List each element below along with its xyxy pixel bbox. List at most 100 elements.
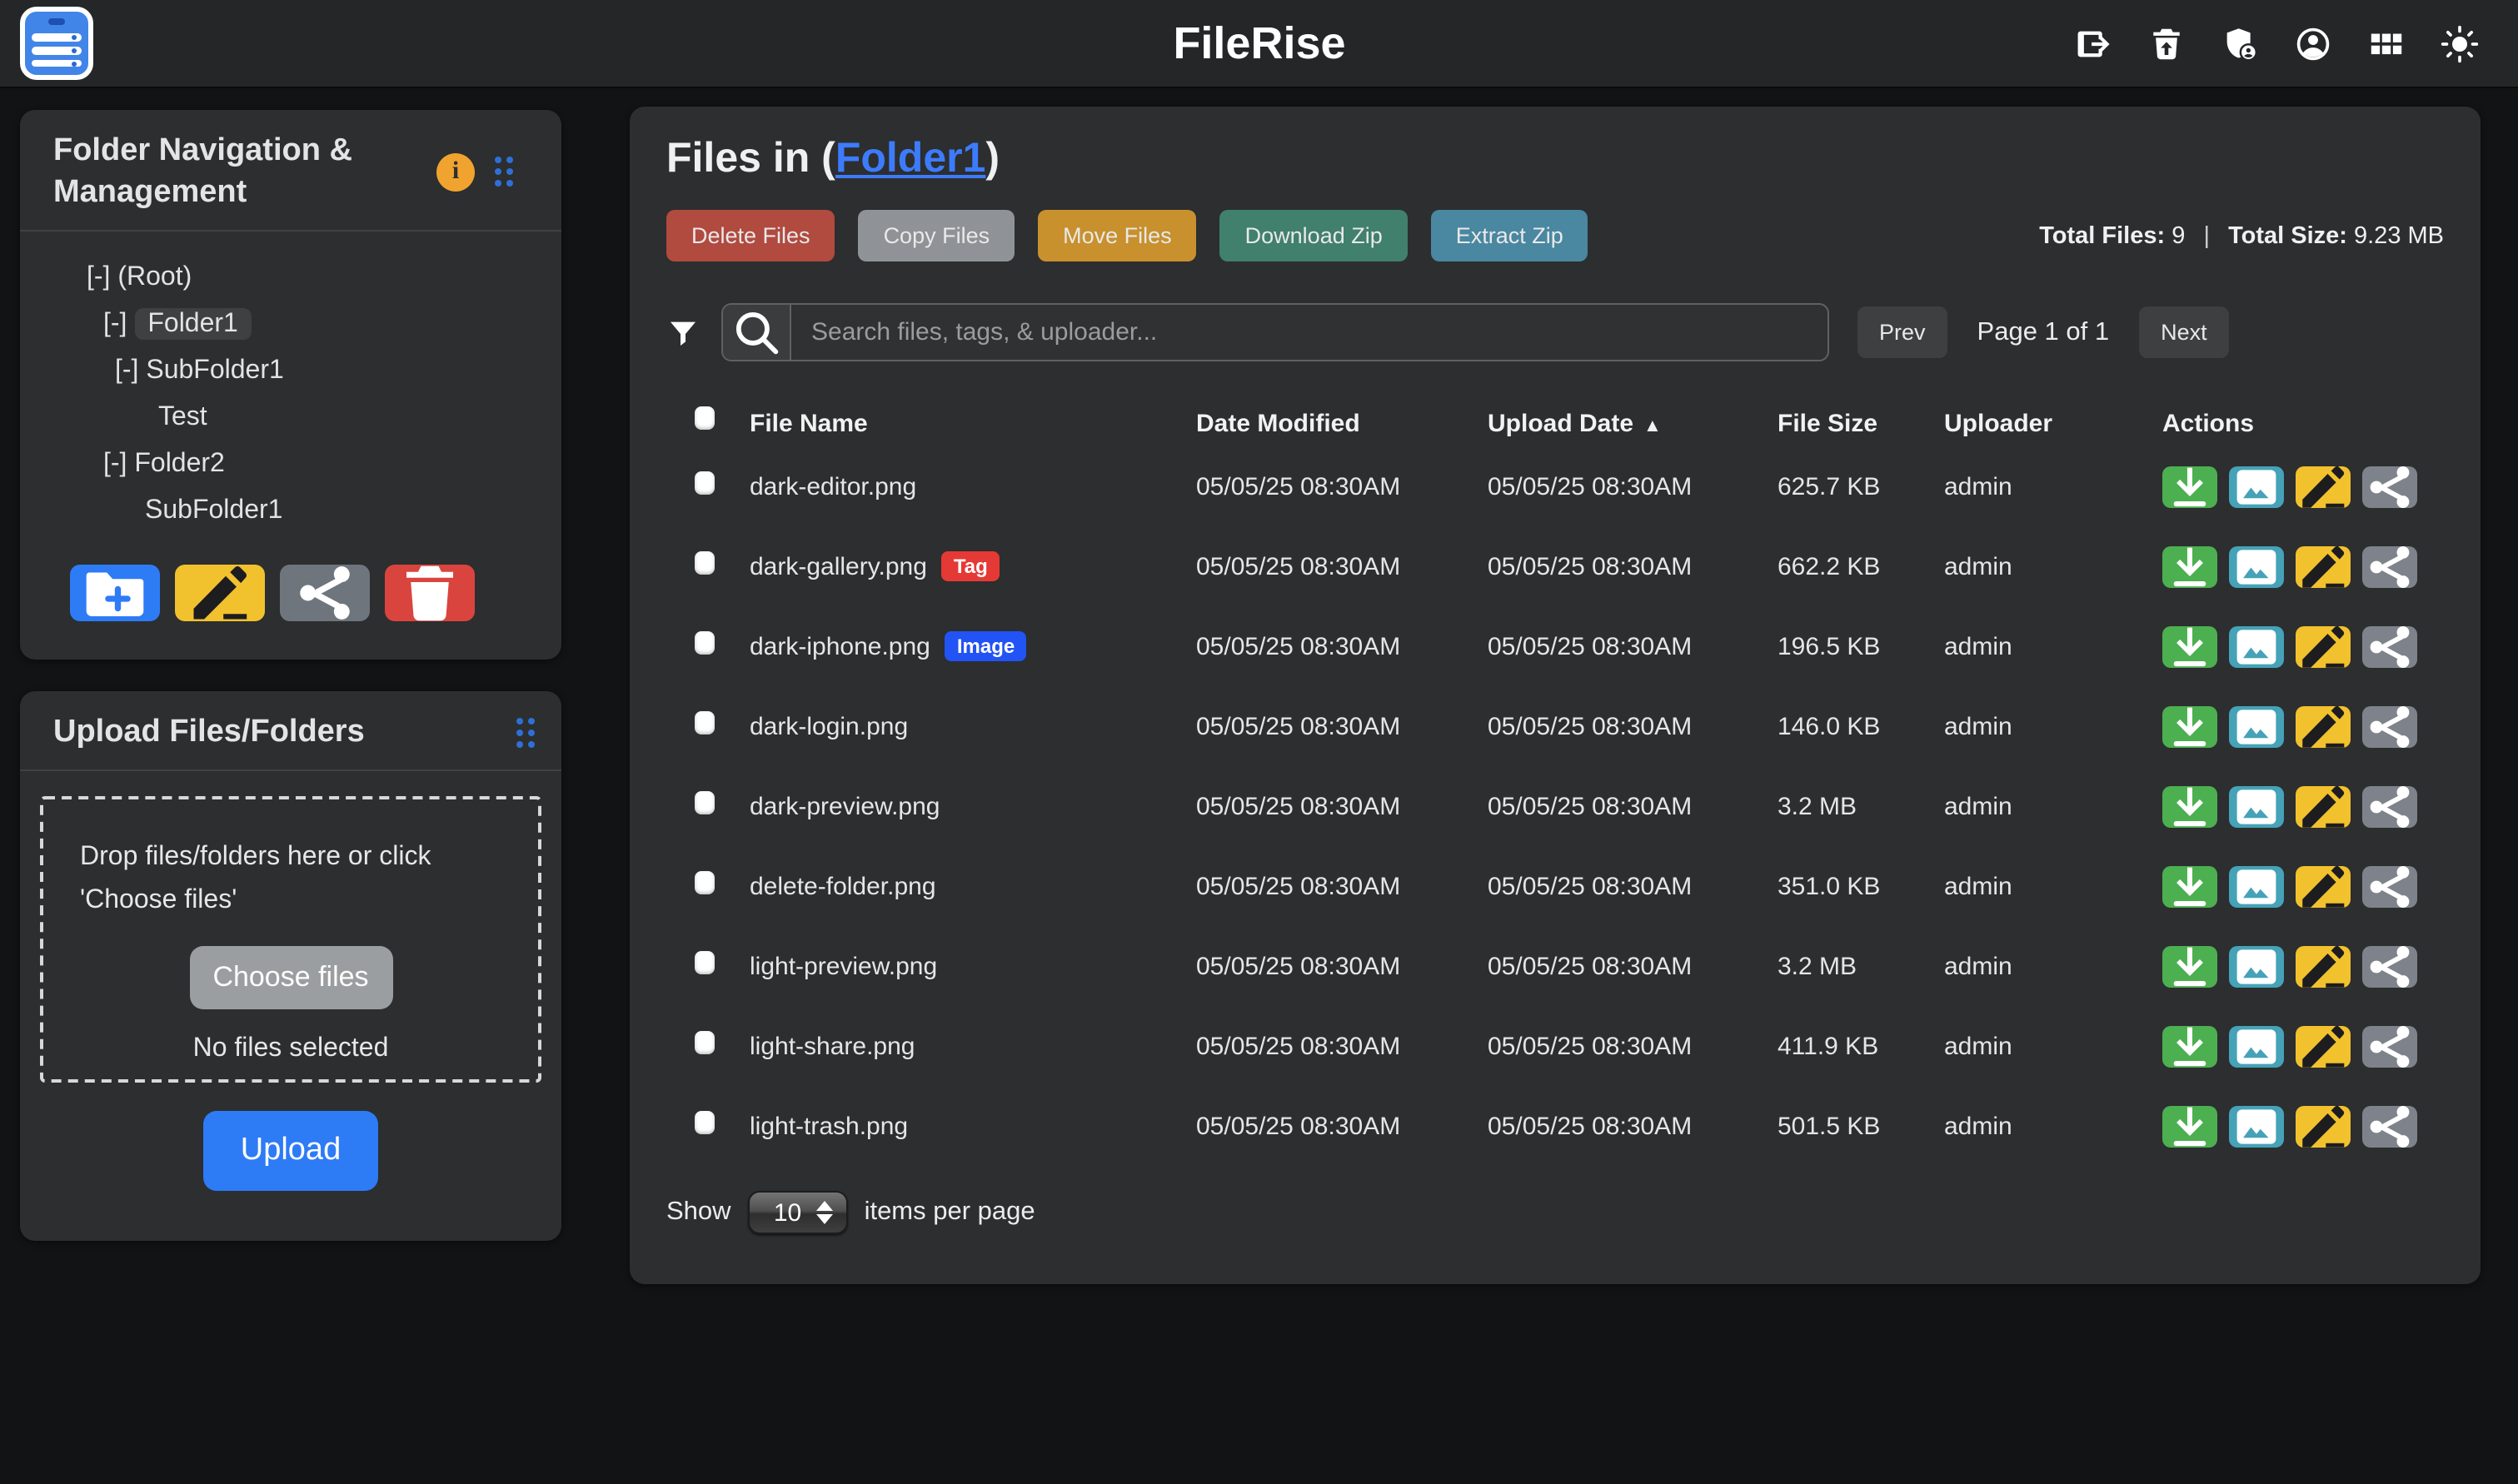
share-file-button[interactable] (2362, 1105, 2417, 1147)
logout-icon[interactable] (2074, 24, 2112, 62)
table-row: dark-preview.png05/05/25 08:30AM05/05/25… (666, 766, 2444, 846)
extract-zip-button[interactable]: Extract Zip (1431, 210, 1588, 261)
download-zip-button[interactable]: Download Zip (1220, 210, 1408, 261)
row-checkbox[interactable] (695, 1031, 715, 1054)
delete-folder-button[interactable] (385, 565, 475, 621)
preview-image-button[interactable] (2229, 545, 2284, 587)
preview-image-button[interactable] (2229, 625, 2284, 667)
current-folder-link[interactable]: Folder1 (835, 135, 986, 182)
row-checkbox[interactable] (695, 631, 715, 655)
edit-file-button[interactable] (2296, 1105, 2351, 1147)
edit-file-button[interactable] (2296, 865, 2351, 907)
prev-page-button[interactable]: Prev (1857, 306, 1947, 358)
download-file-button[interactable] (2162, 545, 2217, 587)
row-checkbox[interactable] (695, 791, 715, 814)
drag-handle-icon[interactable] (495, 157, 513, 187)
preview-image-button[interactable] (2229, 705, 2284, 747)
column-header-upload-date[interactable]: Upload Date▲ (1488, 409, 1778, 437)
share-file-button[interactable] (2362, 945, 2417, 987)
row-checkbox[interactable] (695, 1111, 715, 1134)
download-file-button[interactable] (2162, 785, 2217, 827)
row-checkbox[interactable] (695, 471, 715, 495)
download-file-button[interactable] (2162, 625, 2217, 667)
preview-image-button[interactable] (2229, 1025, 2284, 1067)
upload-button[interactable]: Upload (203, 1111, 378, 1191)
folder-tree-item[interactable]: [-] Folder2 (37, 441, 545, 488)
download-file-button[interactable] (2162, 1105, 2217, 1147)
account-icon[interactable] (2294, 24, 2332, 62)
filerise-logo-icon[interactable] (20, 7, 93, 80)
download-file-button[interactable] (2162, 865, 2217, 907)
tree-toggle[interactable]: [-] (87, 263, 117, 291)
light-mode-icon[interactable] (2441, 24, 2479, 62)
share-icon (2362, 939, 2417, 993)
tree-folder-label[interactable]: SubFolder1 (145, 496, 282, 525)
share-folder-button[interactable] (280, 565, 370, 621)
edit-file-button[interactable] (2296, 545, 2351, 587)
tree-toggle[interactable]: [-] (115, 356, 146, 385)
tree-folder-label[interactable]: (Root) (117, 263, 192, 291)
tree-folder-label-selected[interactable]: Folder1 (134, 308, 252, 340)
tree-folder-label[interactable]: Folder2 (134, 450, 225, 478)
edit-file-button[interactable] (2296, 1025, 2351, 1067)
tree-folder-label[interactable]: Test (158, 403, 207, 431)
image-icon (2229, 1018, 2284, 1073)
folder-tree-item[interactable]: SubFolder1 (37, 488, 545, 535)
file-dropzone[interactable]: Drop files/folders here or click 'Choose… (40, 796, 541, 1083)
download-file-button[interactable] (2162, 466, 2217, 507)
filter-icon[interactable] (666, 316, 700, 349)
search-input[interactable] (791, 305, 1827, 360)
choose-files-button[interactable]: Choose files (189, 946, 392, 1009)
delete-files-button[interactable]: Delete Files (666, 210, 835, 261)
items-per-page-select[interactable]: 10 (748, 1191, 848, 1234)
preview-image-button[interactable] (2229, 1105, 2284, 1147)
download-file-button[interactable] (2162, 945, 2217, 987)
share-file-button[interactable] (2362, 625, 2417, 667)
preview-image-button[interactable] (2229, 865, 2284, 907)
upload-date: 05/05/25 08:30AM (1488, 1112, 1778, 1140)
share-file-button[interactable] (2362, 545, 2417, 587)
grid-view-icon[interactable] (2367, 24, 2406, 62)
drag-handle-icon[interactable] (516, 717, 535, 747)
folder-tree-item[interactable]: Test (37, 395, 545, 441)
row-checkbox[interactable] (695, 551, 715, 575)
share-file-button[interactable] (2362, 865, 2417, 907)
edit-file-button[interactable] (2296, 705, 2351, 747)
edit-file-button[interactable] (2296, 625, 2351, 667)
edit-file-button[interactable] (2296, 785, 2351, 827)
admin-shield-icon[interactable] (2221, 24, 2259, 62)
select-all-checkbox[interactable] (695, 406, 715, 430)
create-folder-button[interactable] (70, 565, 160, 621)
row-checkbox[interactable] (695, 951, 715, 974)
tree-folder-label[interactable]: SubFolder1 (146, 356, 283, 385)
preview-image-button[interactable] (2229, 466, 2284, 507)
edit-file-button[interactable] (2296, 945, 2351, 987)
folder-tree-item[interactable]: [-] SubFolder1 (37, 348, 545, 395)
tree-toggle[interactable]: [-] (103, 310, 134, 338)
preview-image-button[interactable] (2229, 945, 2284, 987)
share-file-button[interactable] (2362, 466, 2417, 507)
row-checkbox[interactable] (695, 871, 715, 894)
tree-toggle[interactable]: [-] (103, 450, 134, 478)
row-checkbox[interactable] (695, 711, 715, 735)
folder-tree-item[interactable]: [-] (Root) (37, 255, 545, 301)
share-file-button[interactable] (2362, 785, 2417, 827)
copy-files-button[interactable]: Copy Files (859, 210, 1015, 261)
next-page-button[interactable]: Next (2139, 306, 2229, 358)
rename-folder-button[interactable] (175, 565, 265, 621)
column-header-file-name[interactable]: File Name (750, 409, 1196, 437)
info-icon[interactable]: i (436, 152, 475, 191)
column-header-uploader[interactable]: Uploader (1944, 409, 2141, 437)
uploader: admin (1944, 552, 2141, 580)
column-header-file-size[interactable]: File Size (1778, 409, 1944, 437)
share-file-button[interactable] (2362, 1025, 2417, 1067)
column-header-date-modified[interactable]: Date Modified (1196, 409, 1488, 437)
restore-trash-icon[interactable] (2147, 24, 2186, 62)
edit-file-button[interactable] (2296, 466, 2351, 507)
download-file-button[interactable] (2162, 1025, 2217, 1067)
share-file-button[interactable] (2362, 705, 2417, 747)
preview-image-button[interactable] (2229, 785, 2284, 827)
move-files-button[interactable]: Move Files (1038, 210, 1197, 261)
download-file-button[interactable] (2162, 705, 2217, 747)
folder-tree-item[interactable]: [-] Folder1 (37, 301, 545, 348)
